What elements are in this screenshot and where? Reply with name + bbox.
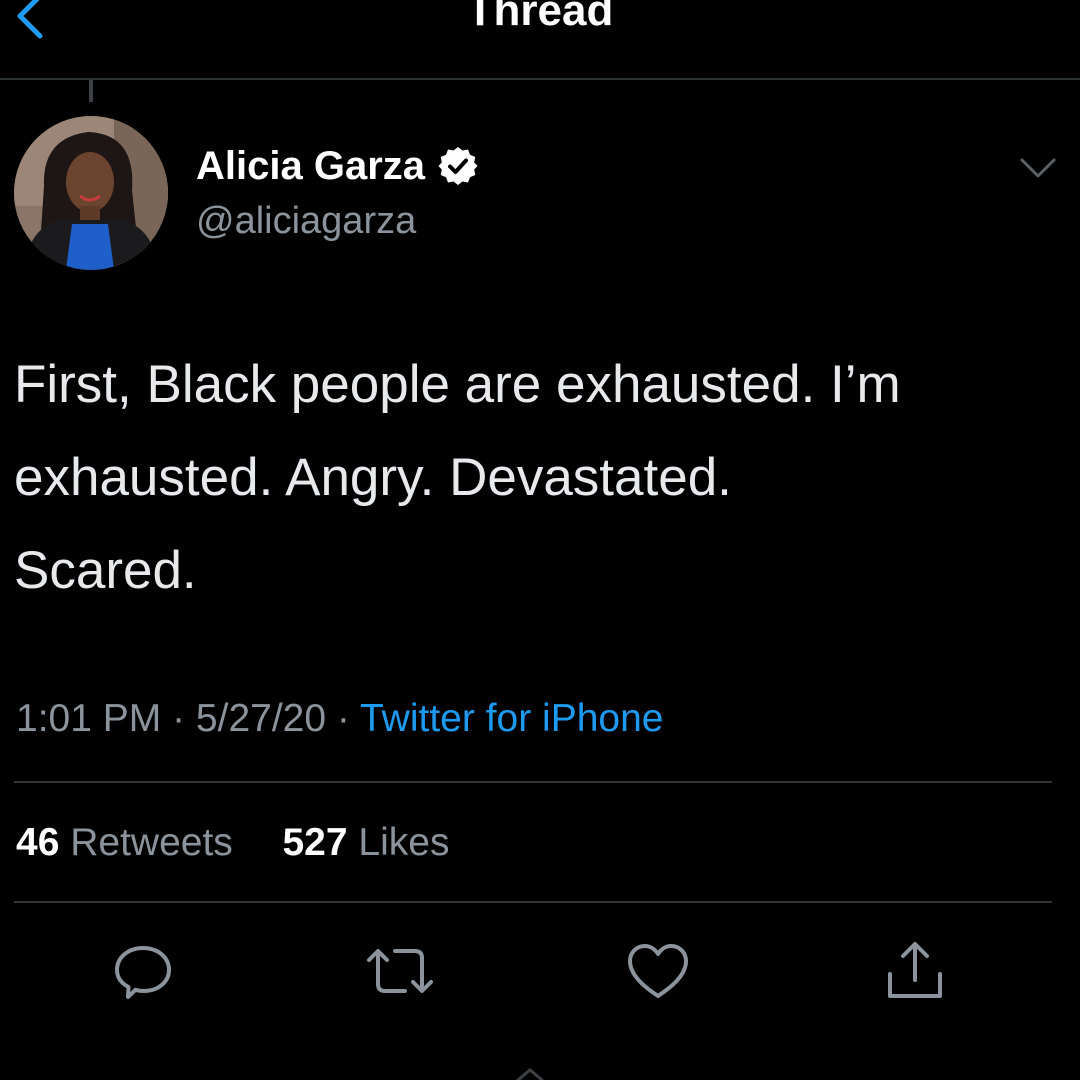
- retweet-icon: [367, 949, 433, 993]
- retweets-stat[interactable]: 46 Retweets: [16, 821, 233, 864]
- author-display-name[interactable]: Alicia Garza: [196, 140, 425, 192]
- tweet-text: First, Black people are exhausted. I’m e…: [14, 355, 901, 600]
- more-options-button[interactable]: [1016, 150, 1060, 186]
- author-handle[interactable]: @aliciagarza: [196, 196, 416, 246]
- tweet-date: 5/27/20: [195, 697, 327, 740]
- like-button[interactable]: [623, 936, 693, 1006]
- reply-button[interactable]: [108, 936, 178, 1006]
- tweet-stats: 46 Retweets 527 Likes: [16, 818, 449, 868]
- tweet-time: 1:01 PM: [16, 697, 162, 740]
- retweets-label: Retweets: [59, 821, 233, 864]
- thread-connector-line: [89, 80, 93, 102]
- verified-badge-icon: [438, 147, 478, 185]
- retweet-button[interactable]: [365, 936, 435, 1006]
- reply-icon: [115, 946, 171, 999]
- meta-separator: ·: [326, 697, 361, 740]
- tweet-meta: 1:01 PM · 5/27/20 · Twitter for iPhone: [16, 694, 663, 744]
- share-button[interactable]: [880, 936, 950, 1006]
- likes-label: Likes: [347, 821, 450, 864]
- author-name-row[interactable]: Alicia Garza: [196, 140, 479, 192]
- tweet-action-bar: [0, 936, 1080, 1006]
- bottom-indicator-icon: [516, 1068, 544, 1080]
- retweets-count: 46: [16, 821, 60, 864]
- heart-icon: [628, 944, 688, 998]
- meta-separator: ·: [161, 697, 196, 740]
- avatar-image: [14, 116, 168, 270]
- chevron-down-icon: [1020, 158, 1056, 178]
- likes-count: 527: [282, 821, 348, 864]
- likes-stat[interactable]: 527 Likes: [282, 821, 449, 864]
- share-icon: [888, 942, 942, 998]
- page-title: Thread: [466, 0, 614, 35]
- divider: [14, 901, 1052, 903]
- thread-header: Thread: [0, 0, 1080, 80]
- tweet-source-link[interactable]: Twitter for iPhone: [360, 697, 663, 740]
- avatar[interactable]: [14, 116, 168, 270]
- divider: [14, 781, 1052, 783]
